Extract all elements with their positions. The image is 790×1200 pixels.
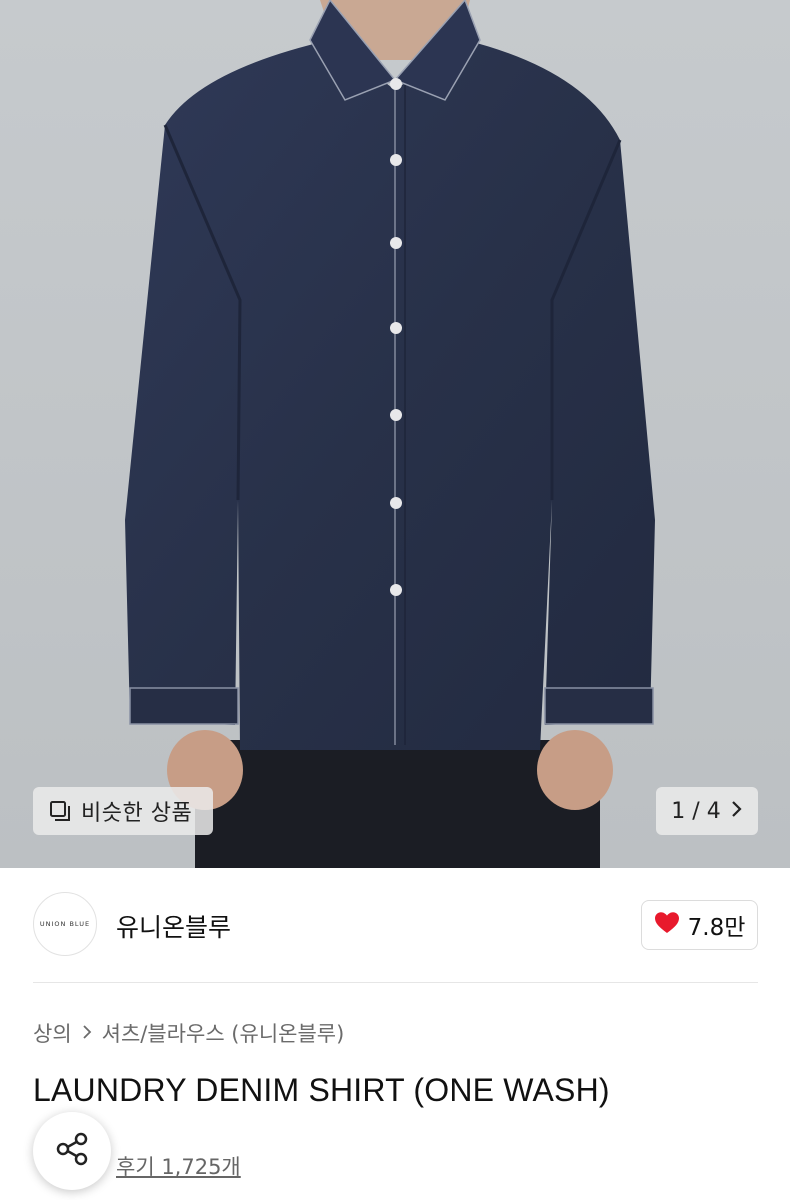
image-counter-text: 1 / 4 xyxy=(671,798,721,824)
product-photo xyxy=(125,0,655,868)
product-image-gallery[interactable]: 비슷한 상품 1 / 4 xyxy=(0,0,790,868)
copy-icon xyxy=(49,800,71,822)
review-link[interactable]: 후기 1,725개 xyxy=(116,1151,241,1181)
chevron-right-icon xyxy=(731,799,743,824)
similar-products-label: 비슷한 상품 xyxy=(81,801,193,826)
breadcrumb-item-shirts[interactable]: 셔츠/블라우스 (유니온블루) xyxy=(102,1018,345,1048)
brand-logo-text: UNION BLUE xyxy=(39,920,91,928)
brand-logo[interactable]: UNION BLUE xyxy=(33,892,97,956)
brand-name[interactable]: 유니온블루 xyxy=(116,908,231,944)
similar-products-button[interactable]: 비슷한 상품 xyxy=(33,787,213,835)
share-button[interactable] xyxy=(33,1112,111,1190)
divider xyxy=(33,982,758,983)
image-counter-button[interactable]: 1 / 4 xyxy=(656,787,758,835)
product-title: LAUNDRY DENIM SHIRT (ONE WASH) xyxy=(33,1072,610,1108)
chevron-right-icon xyxy=(82,1021,92,1045)
like-button[interactable]: 7.8만 xyxy=(641,900,758,950)
heart-icon xyxy=(654,911,680,939)
brand-row: UNION BLUE 유니온블루 7.8만 xyxy=(0,868,790,983)
like-count: 7.8만 xyxy=(687,915,746,941)
breadcrumb-item-top[interactable]: 상의 xyxy=(33,1018,72,1048)
share-icon xyxy=(53,1130,91,1172)
breadcrumb: 상의 셔츠/블라우스 (유니온블루) xyxy=(33,1018,344,1048)
